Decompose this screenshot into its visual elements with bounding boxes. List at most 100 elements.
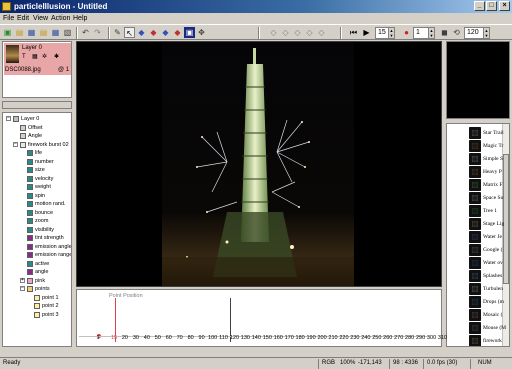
- library-scrollbar[interactable]: [502, 124, 509, 346]
- library-item-label: Matrix F: [483, 182, 503, 188]
- layer-file-name: DSC0088.jpg: [5, 67, 41, 73]
- fps-spinner[interactable]: 120 ▲ ▼: [464, 27, 490, 39]
- param-icon: [27, 226, 33, 233]
- toolbar-separator: [340, 27, 342, 39]
- close-button[interactable]: ×: [499, 1, 510, 11]
- timeline-tick-label: 310: [437, 335, 448, 341]
- stage-preview[interactable]: [76, 41, 442, 287]
- timeline-graph[interactable]: Point Position 1 15 20 30 40 50 60 70 80 90 100 110…: [76, 289, 447, 347]
- save-library-icon[interactable]: ▦: [50, 27, 61, 38]
- status-num: NUM: [478, 360, 492, 366]
- spinner-arrows-icon[interactable]: ▲ ▼: [483, 28, 489, 38]
- timeline-tick-label: 180: [295, 335, 305, 341]
- layer-row[interactable]: Layer 0 T ▦ ✲ ✱ DSC0088.jpg @ 1: [4, 43, 71, 75]
- timeline-tick-label: 130: [240, 335, 250, 341]
- tree-item-label: firework burst 02: [28, 141, 69, 148]
- timeline-tick-label: 90: [198, 335, 205, 341]
- emitter-point-icon[interactable]: ◆: [136, 27, 147, 38]
- emitter-library: Star Trail Magic Tr Simple S Heavy P Matrix …: [446, 123, 510, 347]
- move-icon[interactable]: ✥: [196, 27, 207, 38]
- tree-item-label: Layer 0: [21, 116, 40, 122]
- export-icon[interactable]: ▧: [62, 27, 73, 38]
- tree-item-label: point 1: [42, 294, 59, 301]
- maximize-button[interactable]: □: [486, 1, 497, 11]
- param-icon: [27, 209, 33, 216]
- param-icon-purple: [27, 235, 33, 241]
- param-icon-purple: [27, 243, 33, 250]
- loop-icon[interactable]: ⟲: [451, 27, 462, 38]
- timeline-tick-label: 160: [273, 335, 283, 341]
- timeline-tick-label: 290: [416, 335, 426, 341]
- tree-item-label: Offset: [28, 124, 43, 131]
- blocker-icon[interactable]: ▣: [184, 27, 195, 38]
- tree-expander-icon[interactable]: −: [13, 141, 18, 147]
- timeline-tick-label: 210: [328, 335, 338, 341]
- tree-item-label: weight: [35, 184, 51, 190]
- tree-item-label: visibility: [35, 226, 54, 233]
- library-item-label: firework: [483, 338, 502, 344]
- panel-splitter[interactable]: [2, 101, 72, 109]
- spinner-arrows-icon[interactable]: ▲ ▼: [428, 28, 434, 38]
- align-right-icon[interactable]: ◇: [280, 27, 291, 38]
- status-ready: Ready: [3, 360, 21, 366]
- align-center-icon[interactable]: ◇: [316, 27, 327, 38]
- emitter-line-icon[interactable]: ◆: [148, 27, 159, 38]
- tree-item-label: motion rand.: [35, 201, 66, 207]
- record-icon[interactable]: ●: [401, 27, 412, 38]
- hierarchy-tree: − Layer 0 Offset Angle − firework burst 02 lif…: [2, 112, 72, 347]
- menu-edit[interactable]: Edit: [17, 14, 29, 23]
- tree-expander-icon[interactable]: −: [20, 286, 25, 291]
- status-divider: [470, 359, 471, 369]
- deflector-icon[interactable]: ◆: [172, 27, 183, 38]
- align-left-icon[interactable]: ◇: [268, 27, 279, 38]
- align-top-icon[interactable]: ◇: [292, 27, 303, 38]
- redo-icon[interactable]: ↷: [92, 27, 103, 38]
- library-item-label: Magic Tr: [483, 143, 504, 149]
- tree-item-label: pink: [35, 277, 46, 284]
- spinner-arrows-icon[interactable]: ▲ ▼: [388, 28, 394, 38]
- rewind-icon[interactable]: ⏮: [348, 27, 359, 38]
- timeline-tick-label: 200: [317, 335, 327, 341]
- select-arrow-icon[interactable]: ↖: [124, 27, 135, 38]
- timeline-tick-label: 240: [361, 335, 371, 341]
- emitter-area-icon[interactable]: ◆: [160, 27, 171, 38]
- library-item-label: Water ov: [483, 260, 503, 266]
- menu-file[interactable]: File: [3, 14, 14, 23]
- play-icon[interactable]: ▶: [361, 27, 372, 38]
- param-icon: [27, 150, 33, 156]
- new-icon[interactable]: ▣: [2, 27, 13, 38]
- emitter-icon: [20, 141, 26, 148]
- timeline-tick-label: 60: [165, 335, 172, 341]
- layer-visibility-icon[interactable]: T: [22, 53, 26, 61]
- particle-type-icon: [27, 277, 33, 284]
- save-icon[interactable]: ▦: [26, 27, 37, 38]
- frame-spinner[interactable]: 15 ▲ ▼: [375, 27, 395, 39]
- undo-icon[interactable]: ↶: [80, 27, 91, 38]
- tree-expander-icon[interactable]: +: [20, 277, 25, 283]
- tree-item-label: zoom: [35, 218, 49, 224]
- layer-lock-icon[interactable]: ▦: [32, 53, 38, 61]
- open-icon[interactable]: ▤: [14, 27, 25, 38]
- stop-icon[interactable]: ◼: [439, 27, 450, 38]
- menu-help[interactable]: Help: [73, 14, 87, 23]
- library-item-label: Mouse (M: [483, 325, 507, 331]
- tree-item-label: number: [35, 158, 54, 165]
- layer-settings-icon[interactable]: ✲: [42, 53, 47, 61]
- pencil-icon[interactable]: ✎: [112, 27, 123, 38]
- library-item[interactable]: firework: [447, 333, 503, 346]
- layer-icon: [13, 116, 19, 122]
- tree-expander-icon[interactable]: −: [6, 116, 11, 121]
- layer-background-icon[interactable]: ✱: [54, 53, 59, 61]
- align-bottom-icon[interactable]: ◇: [304, 27, 315, 38]
- tree-item-label: Angle: [28, 133, 43, 139]
- menu-action[interactable]: Action: [51, 14, 70, 23]
- scroll-thumb[interactable]: [503, 154, 509, 284]
- record-spinner[interactable]: 1 ▲ ▼: [413, 27, 435, 39]
- library-item-label: Water Je: [483, 234, 502, 240]
- menu-view[interactable]: View: [33, 14, 48, 23]
- layer-panel: Layer 0 T ▦ ✲ ✱ DSC0088.jpg @ 1: [2, 41, 72, 98]
- timeline-tick-label: 140: [251, 335, 261, 341]
- minimize-button[interactable]: _: [474, 1, 485, 11]
- tree-item-label: angle: [35, 269, 49, 275]
- open-library-icon[interactable]: ▤: [38, 27, 49, 38]
